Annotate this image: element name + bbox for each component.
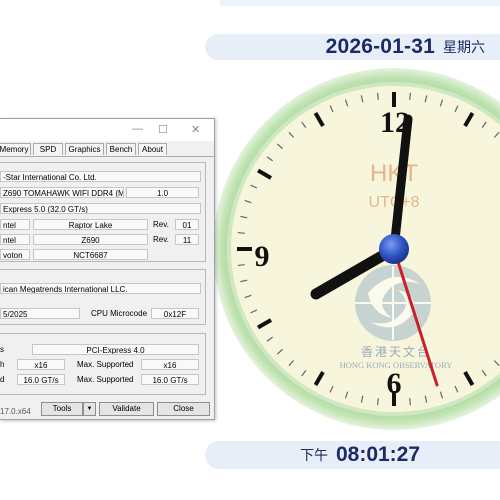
model-field: Z690 TOMAHAWK WIFI DDR4 (M xyxy=(0,187,124,198)
dial-number-6: 6 xyxy=(387,367,402,400)
gi-max-speed-label: Max. Supported xyxy=(77,375,134,384)
gi-row-label-speed: d xyxy=(0,375,5,384)
chipset-vendor-field: ntel xyxy=(0,219,30,230)
window-titlebar[interactable]: — ☐ ✕ xyxy=(0,119,214,141)
southbridge-rev-label: Rev. xyxy=(153,235,169,244)
gi-row-label-width: h xyxy=(0,360,5,369)
close-window-button[interactable]: ✕ xyxy=(191,123,200,136)
gi-link-width-field: x16 xyxy=(17,359,65,370)
tab-bar: Memory SPD Graphics Bench About xyxy=(0,143,214,157)
tools-button[interactable]: Tools xyxy=(41,402,83,416)
tab-memory[interactable]: Memory xyxy=(0,143,31,155)
chipset-name-field: Raptor Lake xyxy=(33,219,148,230)
time-text: 08:01:27 xyxy=(335,443,421,466)
minute-tick xyxy=(409,92,412,100)
gi-max-speed-field: 16.0 GT/s xyxy=(141,374,199,385)
chipset-rev-label: Rev. xyxy=(153,220,169,229)
validate-button[interactable]: Validate xyxy=(99,402,154,416)
version-text: 17.0.x64 xyxy=(0,407,31,416)
minute-tick xyxy=(409,398,412,406)
chipset-rev-field: 01 xyxy=(175,219,199,230)
cpuz-window: — ☐ ✕ Memory SPD Graphics Bench About -S… xyxy=(0,118,215,420)
manufacturer-field: -Star International Co. Ltd. xyxy=(0,171,201,182)
southbridge-rev-field: 11 xyxy=(175,234,199,245)
model-revision-field: 1.0 xyxy=(126,187,199,198)
close-button[interactable]: Close xyxy=(157,402,210,416)
bus-spec-field: Express 5.0 (32.0 GT/s) xyxy=(0,203,201,214)
gi-max-width-field: x16 xyxy=(141,359,199,370)
minute-tick xyxy=(376,398,379,406)
gi-row-label-bus: s xyxy=(0,345,4,354)
time-bar: 下午 08:01:27 xyxy=(205,441,500,469)
tab-spd[interactable]: SPD xyxy=(33,143,63,155)
tab-graphics[interactable]: Graphics xyxy=(65,143,104,155)
gi-link-speed-field: 16.0 GT/s xyxy=(17,374,65,385)
maximize-button[interactable]: ☐ xyxy=(158,123,168,136)
microcode-label: CPU Microcode xyxy=(91,309,148,318)
microcode-field: 0x12F xyxy=(151,308,199,319)
bios-brand-field: ican Megatrends International LLC. xyxy=(0,283,201,294)
bios-date-field: 5/2025 xyxy=(0,308,80,319)
minute-tick xyxy=(237,264,245,267)
ampm-text: 下午 xyxy=(299,448,328,464)
minute-tick xyxy=(237,231,245,234)
dial-number-9: 9 xyxy=(255,240,270,273)
observatory-chinese-text: 香港天文台 xyxy=(361,344,431,359)
southbridge-vendor-field: ntel xyxy=(0,234,30,245)
tab-bench[interactable]: Bench xyxy=(106,143,136,155)
tools-dropdown-arrow[interactable]: ▼ xyxy=(83,402,96,416)
lpcio-name-field: NCT6687 xyxy=(33,249,148,260)
center-cap xyxy=(379,234,409,264)
tab-about[interactable]: About xyxy=(138,143,167,155)
minute-tick xyxy=(376,92,379,100)
gi-max-width-label: Max. Supported xyxy=(77,360,134,369)
lpcio-vendor-field: voton xyxy=(0,249,30,260)
southbridge-name-field: Z690 xyxy=(33,234,148,245)
timezone-text: HKT xyxy=(370,160,418,187)
minimize-button[interactable]: — xyxy=(132,123,143,135)
gi-bus-field: PCI-Express 4.0 xyxy=(32,344,199,355)
